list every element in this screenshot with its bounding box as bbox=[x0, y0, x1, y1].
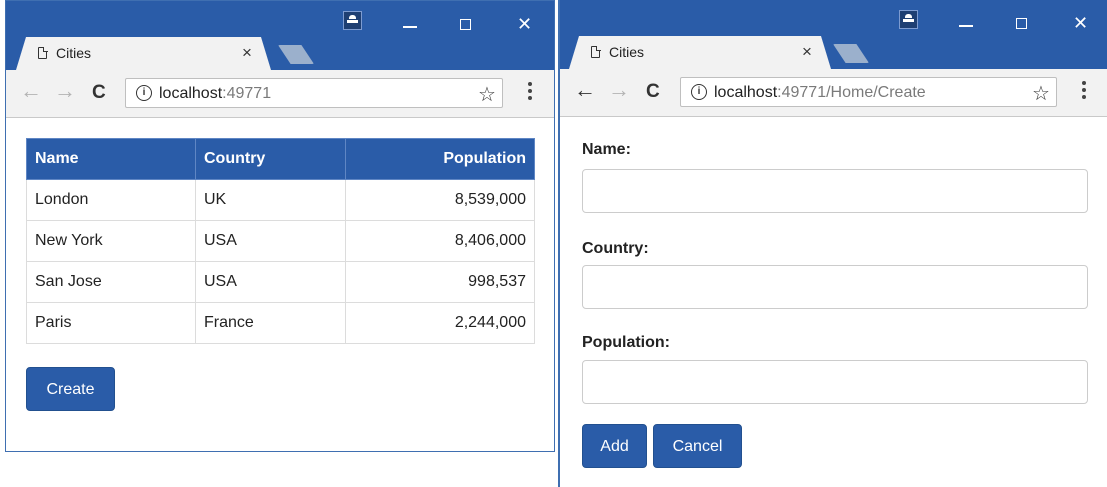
table-row: New York USA 8,406,000 bbox=[26, 220, 535, 262]
browser-toolbar: ← → C i localhost:49771/Home/Create ☆ bbox=[560, 69, 1107, 117]
new-tab-button[interactable] bbox=[278, 45, 314, 64]
bookmark-star-icon[interactable]: ☆ bbox=[478, 82, 496, 107]
address-bar[interactable]: i localhost:49771/Home/Create ☆ bbox=[680, 77, 1057, 107]
table-row: San Jose USA 998,537 bbox=[26, 261, 535, 303]
page-icon bbox=[591, 46, 600, 58]
user-profile-icon[interactable] bbox=[343, 11, 362, 30]
cell-name: San Jose bbox=[26, 261, 196, 303]
title-bar: Cities × ✕ bbox=[560, 0, 1107, 69]
forward-icon[interactable]: → bbox=[54, 80, 76, 102]
population-field[interactable] bbox=[582, 360, 1088, 404]
title-bar: Cities × ✕ bbox=[6, 1, 554, 70]
cell-country: USA bbox=[195, 220, 346, 262]
column-header-population: Population bbox=[345, 138, 535, 180]
name-field[interactable] bbox=[582, 169, 1088, 213]
back-icon[interactable]: ← bbox=[574, 79, 596, 101]
tab-cities[interactable]: Cities × bbox=[569, 36, 831, 69]
page-icon bbox=[38, 47, 47, 59]
browser-toolbar: ← → C i localhost:49771 ☆ bbox=[6, 70, 554, 118]
maximize-icon[interactable] bbox=[1016, 18, 1027, 29]
minimize-icon[interactable] bbox=[403, 26, 417, 28]
cell-name: New York bbox=[26, 220, 196, 262]
tab-title: Cities bbox=[609, 44, 645, 60]
table-header-row: Name Country Population bbox=[26, 138, 535, 180]
tab-close-icon[interactable]: × bbox=[242, 43, 252, 63]
cancel-button[interactable]: Cancel bbox=[653, 424, 742, 468]
cell-population: 8,539,000 bbox=[345, 179, 535, 221]
maximize-icon[interactable] bbox=[460, 19, 471, 30]
forward-icon[interactable]: → bbox=[608, 79, 630, 101]
tab-close-icon[interactable]: × bbox=[802, 42, 812, 62]
table-row: London UK 8,539,000 bbox=[26, 179, 535, 221]
population-label: Population: bbox=[582, 334, 670, 351]
user-profile-icon[interactable] bbox=[899, 10, 918, 29]
column-header-country: Country bbox=[195, 138, 346, 180]
table-row: Paris France 2,244,000 bbox=[26, 302, 535, 344]
country-field[interactable] bbox=[582, 265, 1088, 309]
cell-country: France bbox=[195, 302, 346, 344]
cell-population: 998,537 bbox=[345, 261, 535, 303]
cell-name: London bbox=[26, 179, 196, 221]
address-bar[interactable]: i localhost:49771 ☆ bbox=[125, 78, 503, 108]
close-window-icon[interactable]: ✕ bbox=[1073, 14, 1088, 32]
info-icon[interactable]: i bbox=[136, 85, 152, 101]
minimize-icon[interactable] bbox=[959, 25, 973, 27]
add-button[interactable]: Add bbox=[582, 424, 647, 468]
cell-name: Paris bbox=[26, 302, 196, 344]
menu-icon[interactable] bbox=[528, 82, 532, 103]
cell-population: 8,406,000 bbox=[345, 220, 535, 262]
tab-title: Cities bbox=[56, 45, 92, 61]
column-header-name: Name bbox=[26, 138, 196, 180]
cities-table: Name Country Population London UK 8,539,… bbox=[26, 138, 535, 344]
browser-window-create-form: Cities × ✕ ← → C i localhost:49771/Home/… bbox=[558, 0, 1107, 487]
reload-icon[interactable]: C bbox=[92, 82, 106, 104]
cell-country: UK bbox=[195, 179, 346, 221]
tab-cities[interactable]: Cities × bbox=[16, 37, 271, 70]
country-label: Country: bbox=[582, 240, 649, 257]
bookmark-star-icon[interactable]: ☆ bbox=[1032, 81, 1050, 106]
menu-icon[interactable] bbox=[1082, 81, 1086, 102]
new-tab-button[interactable] bbox=[833, 44, 869, 63]
cell-country: USA bbox=[195, 261, 346, 303]
info-icon[interactable]: i bbox=[691, 84, 707, 100]
close-window-icon[interactable]: ✕ bbox=[517, 15, 532, 33]
reload-icon[interactable]: C bbox=[646, 81, 660, 103]
back-icon[interactable]: ← bbox=[20, 80, 42, 102]
url-text: localhost:49771/Home/Create bbox=[714, 84, 926, 101]
name-label: Name: bbox=[582, 141, 631, 158]
cell-population: 2,244,000 bbox=[345, 302, 535, 344]
browser-window-cities-list: Cities × ✕ ← → C i localhost:49771 ☆ Nam… bbox=[5, 0, 555, 452]
url-text: localhost:49771 bbox=[159, 85, 272, 102]
create-button[interactable]: Create bbox=[26, 367, 115, 411]
